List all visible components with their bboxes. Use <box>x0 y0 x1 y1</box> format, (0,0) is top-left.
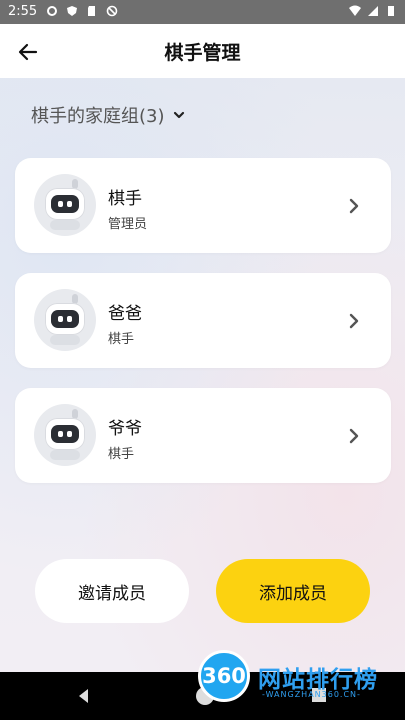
robot-body <box>50 335 80 345</box>
robot-eye <box>67 201 72 207</box>
chevron-right-icon <box>349 198 359 214</box>
member-role: 管理员 <box>108 217 148 232</box>
robot-body <box>50 220 80 230</box>
robot-eye <box>58 201 63 207</box>
watermark-subtext: -WANGZHAN360.CN- <box>262 690 361 699</box>
member-card[interactable]: 爸爸 棋手 <box>15 273 391 368</box>
signal-icon <box>368 6 378 16</box>
robot-avatar-icon <box>45 188 85 220</box>
settings-icon <box>47 6 57 16</box>
chevron-right-icon <box>349 428 359 444</box>
robot-eye <box>58 431 63 437</box>
family-group-selector[interactable]: 棋手的家庭组(3) <box>31 102 185 128</box>
member-role: 棋手 <box>108 447 135 462</box>
sd-card-icon <box>88 6 95 16</box>
chevron-right-icon <box>349 313 359 329</box>
robot-face <box>51 425 79 443</box>
member-name: 爸爸 <box>108 304 142 324</box>
app-bar: 棋手管理 <box>0 24 405 78</box>
chevron-down-icon <box>173 110 185 120</box>
robot-avatar-icon <box>45 418 85 450</box>
robot-face <box>51 195 79 213</box>
main-content: 棋手的家庭组(3) 棋手 管理员 爸爸 棋手 爷爷 棋手 邀请成员 添加成员 <box>0 78 405 672</box>
status-time: 2:55 <box>8 4 38 19</box>
member-name: 爷爷 <box>108 419 142 439</box>
robot-eye <box>67 431 72 437</box>
family-group-label: 棋手的家庭组(3) <box>31 106 165 127</box>
avatar <box>34 404 96 466</box>
robot-face <box>51 310 79 328</box>
battery-icon <box>388 6 394 16</box>
status-notification-icons <box>46 5 118 17</box>
robot-eye <box>58 316 63 322</box>
member-role: 棋手 <box>108 332 135 347</box>
member-card[interactable]: 爷爷 棋手 <box>15 388 391 483</box>
status-bar: 2:55 <box>0 0 405 24</box>
robot-avatar-icon <box>45 303 85 335</box>
invite-member-button[interactable]: 邀请成员 <box>35 559 189 623</box>
watermark-logo: 360 <box>198 650 250 702</box>
member-name: 棋手 <box>108 189 142 209</box>
add-member-button[interactable]: 添加成员 <box>216 559 370 623</box>
robot-body <box>50 450 80 460</box>
wifi-icon <box>349 5 361 16</box>
blocked-icon <box>106 5 118 17</box>
status-system-icons <box>349 5 397 17</box>
watermark-text: 网站排行榜 <box>258 667 378 693</box>
robot-eye <box>67 316 72 322</box>
page-title: 棋手管理 <box>164 42 241 64</box>
avatar <box>34 174 96 236</box>
avatar <box>34 289 96 351</box>
nav-back-icon[interactable] <box>76 688 92 704</box>
shield-icon <box>67 6 77 16</box>
member-card[interactable]: 棋手 管理员 <box>15 158 391 253</box>
